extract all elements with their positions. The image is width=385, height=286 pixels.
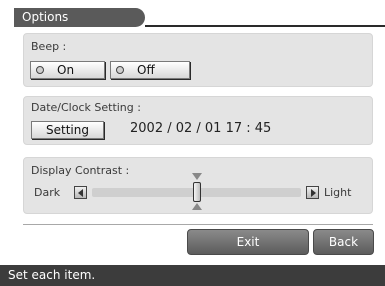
left-arrow-icon xyxy=(78,189,83,197)
radio-indicator-icon xyxy=(36,66,44,74)
title-rule xyxy=(145,25,385,27)
beep-off-button[interactable]: Off xyxy=(110,61,190,79)
beep-on-button[interactable]: On xyxy=(30,61,105,79)
radio-indicator-icon xyxy=(116,66,124,74)
contrast-increase-button[interactable] xyxy=(306,186,319,199)
beep-panel: Beep : On Off xyxy=(23,33,373,87)
contrast-slider-handle[interactable] xyxy=(193,182,201,202)
status-bar: Set each item. xyxy=(0,265,385,286)
triangle-up-icon xyxy=(192,203,202,210)
page-title: Options xyxy=(14,8,145,27)
contrast-light-label: Light xyxy=(324,186,352,199)
date-time-value: 2002 / 02 / 01 17 : 45 xyxy=(130,121,272,136)
options-screen: Options Beep : On Off Date/Clock Setting… xyxy=(0,0,385,286)
divider xyxy=(23,224,373,225)
beep-label: Beep : xyxy=(31,40,67,53)
beep-on-label: On xyxy=(57,63,75,77)
contrast-label: Display Contrast : xyxy=(31,164,130,177)
beep-off-label: Off xyxy=(137,63,155,77)
date-setting-button[interactable]: Setting xyxy=(31,121,104,139)
date-clock-panel: Date/Clock Setting : Setting 2002 / 02 /… xyxy=(23,96,373,145)
exit-button[interactable]: Exit xyxy=(187,229,309,255)
contrast-dark-label: Dark xyxy=(34,186,61,199)
triangle-down-icon xyxy=(192,173,202,180)
contrast-panel: Display Contrast : Dark Light xyxy=(23,157,373,214)
back-button[interactable]: Back xyxy=(313,229,374,255)
date-setting-label: Setting xyxy=(46,123,89,137)
date-clock-label: Date/Clock Setting : xyxy=(31,101,141,114)
contrast-decrease-button[interactable] xyxy=(74,186,87,199)
right-arrow-icon xyxy=(311,189,316,197)
